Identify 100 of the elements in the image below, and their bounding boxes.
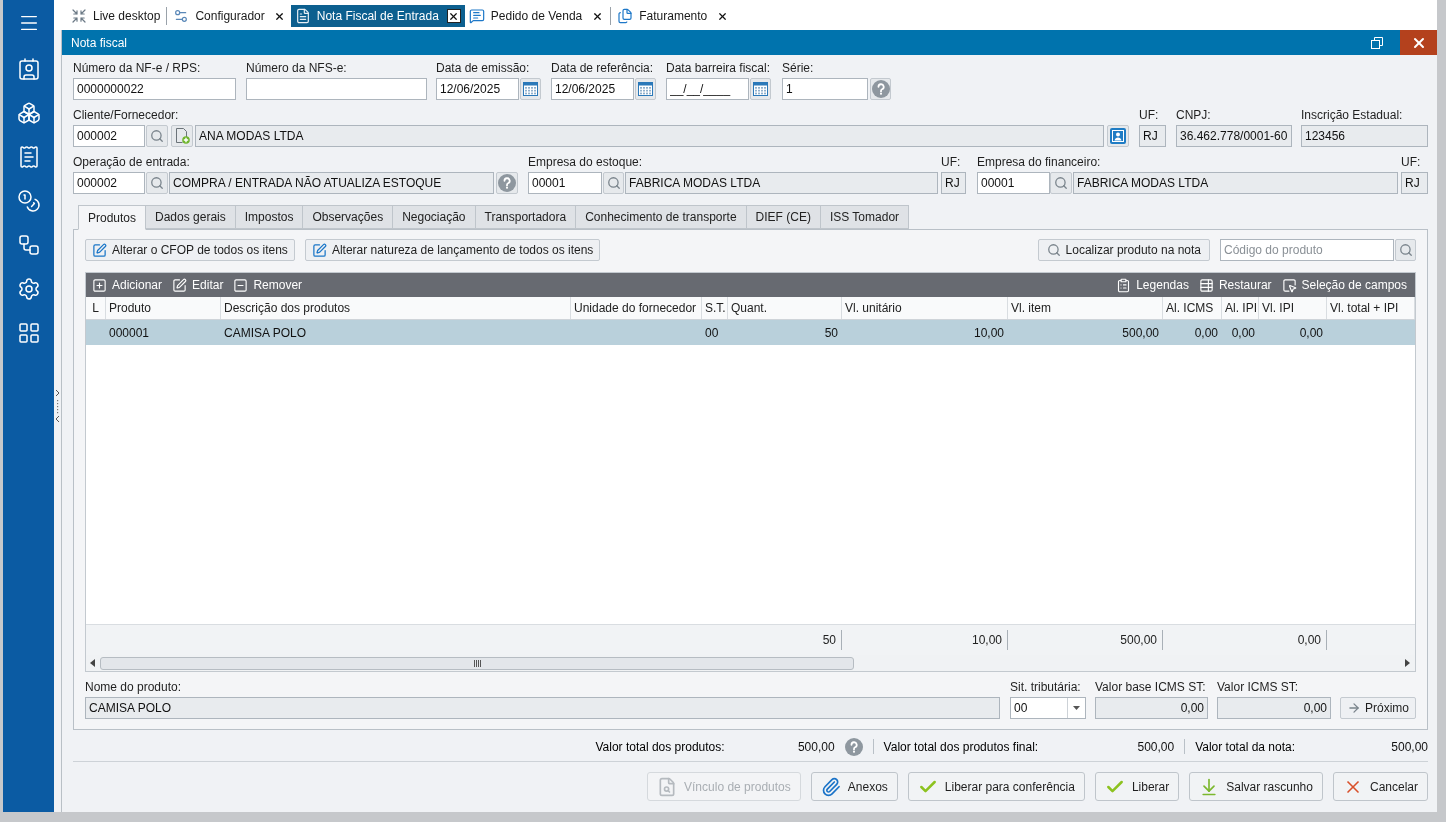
calendar-button[interactable] [520, 78, 541, 100]
action-button[interactable]: Liberar [1094, 772, 1180, 801]
document-tab[interactable]: Pedido de Venda [464, 5, 609, 27]
uf-input[interactable]: RJ [941, 172, 966, 194]
column-header[interactable]: Vl. total + IPI [1327, 297, 1415, 319]
section-tab[interactable]: Observações [302, 205, 394, 229]
field-label: Data barreira fiscal: [666, 61, 771, 76]
locate-product-button[interactable]: Localizar produto na nota [1037, 239, 1210, 261]
search-button[interactable] [1050, 172, 1072, 194]
fiscal-barrier-date-input[interactable]: __/__/____ [666, 78, 749, 100]
settings-icon[interactable] [16, 277, 41, 301]
calendar-button[interactable] [750, 78, 771, 100]
document-tab[interactable]: Faturamento [613, 5, 734, 27]
help-button[interactable] [870, 78, 891, 100]
field-label: Valor base ICMS ST: [1095, 680, 1206, 695]
nfe-number-input[interactable]: 0000000022 [73, 78, 236, 100]
supplier-code-input[interactable]: 000002 [73, 125, 145, 147]
column-header[interactable]: Vl. IPI [1259, 297, 1327, 319]
tax-situation-select[interactable]: 00 [1010, 697, 1086, 719]
bulk-edit-button[interactable]: Alterar o CFOP de todos os itens [85, 239, 295, 261]
operation-description-input[interactable]: COMPRA / ENTRADA NÃO ATUALIZA ESTOQUE [169, 172, 494, 194]
document-plus-icon [174, 128, 190, 144]
column-header[interactable]: L [86, 297, 106, 319]
document-tab[interactable]: Nota Fiscal de Entrada [290, 5, 465, 27]
toolbar-button[interactable]: Editar [168, 274, 228, 296]
issue-date-input[interactable]: 12/06/2025 [436, 78, 519, 100]
next-button[interactable]: Próximo [1340, 697, 1416, 719]
close-tab-button[interactable] [446, 9, 461, 23]
series-input[interactable]: 1 [782, 78, 868, 100]
section-tab[interactable]: Conhecimento de transporte [575, 205, 747, 229]
column-header[interactable]: Al. ICMS [1163, 297, 1222, 319]
section-tab[interactable]: Produtos [78, 205, 147, 230]
finance-company-name-input[interactable]: FABRICA MODAS LTDA [1073, 172, 1398, 194]
calendar-icon [753, 82, 768, 96]
finance-company-code-input[interactable]: 00001 [977, 172, 1050, 194]
document-tab[interactable]: Configurador [169, 5, 291, 27]
table-row[interactable]: 000001 CAMISA POLO 00 50 10,00 500,00 0,00 0,00 0,00 [86, 320, 1415, 345]
search-icon [1398, 243, 1413, 257]
workflow-icon[interactable] [16, 233, 41, 257]
action-button[interactable]: Cancelar [1332, 772, 1428, 801]
stock-company-name-input[interactable]: FABRICA MODAS LTDA [625, 172, 938, 194]
search-button[interactable] [146, 125, 168, 147]
product-code-search-field[interactable]: Código do produto [1220, 239, 1394, 261]
action-button[interactable]: Liberar para conferência [907, 772, 1085, 801]
add-document-button[interactable] [171, 125, 193, 147]
column-header[interactable]: Quant. [728, 297, 842, 319]
supplier-name-input[interactable]: ANA MODAS LTDA [195, 125, 1104, 147]
search-button[interactable] [146, 172, 168, 194]
scroll-left-icon[interactable] [90, 659, 95, 667]
field-label: Número da NFS-e: [246, 61, 347, 76]
icms-st-base-input[interactable]: 0,00 [1095, 697, 1208, 719]
toolbar-button[interactable]: Seleção de campos [1277, 274, 1411, 296]
contact-card-icon[interactable] [16, 57, 41, 81]
section-tab[interactable]: ISS Tomador [819, 205, 910, 229]
calendar-button[interactable] [635, 78, 656, 100]
action-button[interactable]: Anexos [810, 772, 898, 801]
uf-input[interactable]: RJ [1401, 172, 1428, 194]
icms-st-value-input[interactable]: 0,00 [1217, 697, 1331, 719]
section-tab[interactable]: Impostos [234, 205, 304, 229]
column-header[interactable]: Produto [106, 297, 221, 319]
stock-company-code-input[interactable]: 00001 [528, 172, 602, 194]
section-tab[interactable]: Transportadora [474, 205, 577, 229]
reference-date-input[interactable]: 12/06/2025 [551, 78, 634, 100]
horizontal-scrollbar[interactable] [86, 655, 1415, 671]
coins-icon[interactable] [16, 189, 41, 213]
table-cell-text: 0,00 [1230, 324, 1256, 342]
grid-apps-icon[interactable] [16, 321, 41, 345]
close-button[interactable] [1400, 30, 1437, 55]
column-header[interactable]: Vl. item [1008, 297, 1163, 319]
contact-card-button[interactable] [1107, 125, 1129, 147]
section-tab[interactable]: DIEF (CE) [745, 205, 821, 229]
nfse-number-input[interactable] [246, 78, 427, 100]
section-tab[interactable]: Negociação [392, 205, 476, 229]
bulk-edit-button[interactable]: Alterar natureza de lançamento de todos os itens [304, 239, 601, 261]
search-icon [606, 176, 621, 190]
column-header[interactable]: Al. IPI [1222, 297, 1259, 319]
splitter-grip-icon[interactable] [55, 389, 60, 423]
section-tab[interactable]: Dados gerais [145, 205, 236, 229]
help-button[interactable] [496, 172, 518, 194]
column-header[interactable]: Vl. unitário [842, 297, 1008, 319]
toolbar-button[interactable]: Remover [229, 274, 307, 296]
state-registration-input[interactable]: 123456 [1301, 125, 1428, 147]
cnpj-input[interactable]: 36.462.778/0001-60 [1176, 125, 1292, 147]
boxes-icon[interactable] [16, 101, 41, 125]
document-tab[interactable]: Live desktop [67, 5, 165, 27]
search-button[interactable] [1395, 239, 1416, 261]
column-header[interactable]: Descrição dos produtos [221, 297, 571, 319]
toolbar-button[interactable]: Adicionar [88, 274, 167, 296]
column-header[interactable]: Unidade do fornecedor [571, 297, 702, 319]
scrollbar-thumb[interactable] [100, 656, 854, 670]
toolbar-button[interactable]: Restaurar [1194, 274, 1276, 296]
uf-input[interactable]: RJ [1139, 125, 1166, 147]
search-button[interactable] [603, 172, 624, 194]
action-button[interactable]: Salvar rascunho [1189, 772, 1323, 801]
toolbar-button[interactable]: Legendas [1112, 274, 1193, 296]
scroll-right-icon[interactable] [1405, 659, 1410, 667]
table-cell-text: 50 [823, 324, 839, 342]
column-header[interactable]: S.T. [702, 297, 728, 319]
product-name-input[interactable]: CAMISA POLO [85, 697, 1000, 719]
operation-code-input[interactable]: 000002 [73, 172, 145, 194]
